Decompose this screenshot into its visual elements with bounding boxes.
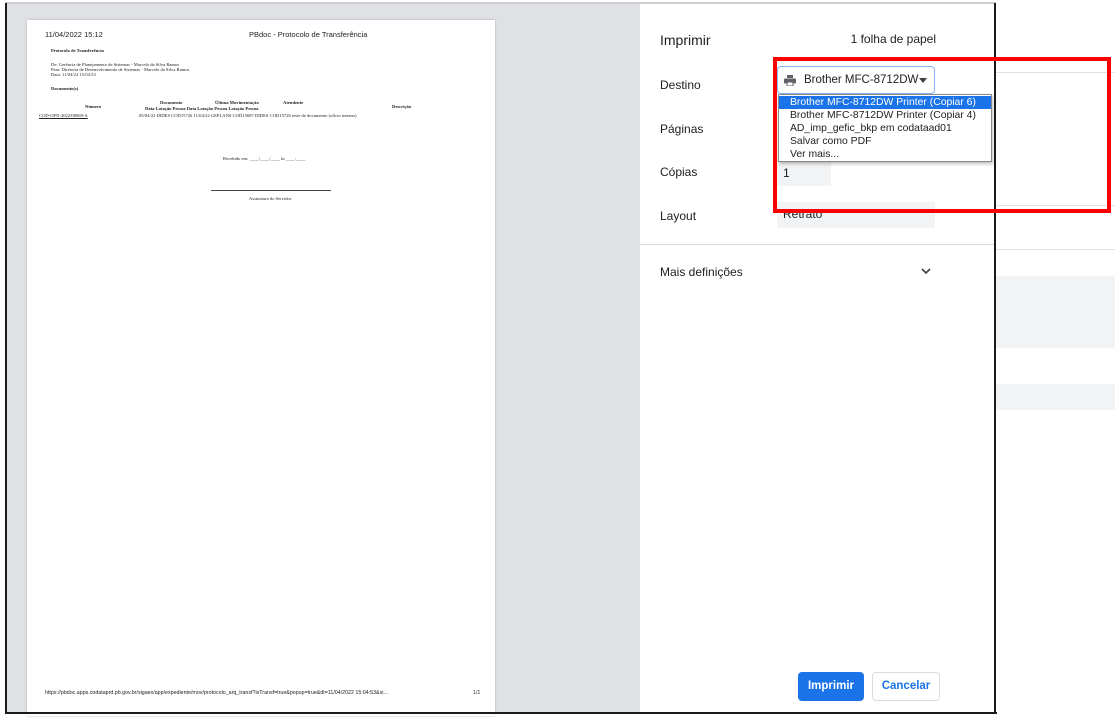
print-button[interactable]: Imprimir — [798, 672, 864, 701]
preview-col-ultima-mov: Última Movimentação — [215, 100, 259, 105]
background-divider — [996, 249, 1115, 250]
preview-row-values: 05/04/22 DIDES COD15726 11/04/22 GEPLANS… — [139, 113, 357, 118]
background-panel-block — [996, 384, 1115, 410]
preview-signature-line — [211, 190, 331, 191]
preview-page-number: 1/1 — [473, 690, 481, 696]
layout-label: Layout — [660, 209, 697, 223]
preview-recebido: Recebido em: ____/____/____ às ____:____ — [223, 156, 306, 161]
preview-footer-url: https://pbdoc.apps.codataprd.pb.gov.br/s… — [45, 690, 388, 696]
preview-section-title: Protocolo de Transferência — [51, 48, 104, 53]
highlight-annotation-box — [773, 57, 1111, 213]
preview-col-atendente: Atendente — [283, 100, 304, 105]
print-preview-area[interactable]: 11/04/2022 15:12 PBdoc - Protocolo de Tr… — [7, 4, 640, 716]
preview-header-date: 11/04/2022 15:12 — [45, 30, 103, 39]
preview-documentos-label: Documento(s) — [51, 86, 79, 91]
preview-header-title: PBdoc - Protocolo de Transferência — [249, 30, 368, 39]
preview-col-numero: Número — [85, 104, 101, 109]
preview-subcolumns: Data Lotação Pessoa Data Lotação Pessoa … — [145, 106, 259, 111]
pages-label: Páginas — [660, 122, 704, 136]
preview-page: 11/04/2022 15:12 PBdoc - Protocolo de Tr… — [27, 20, 495, 716]
panel-divider — [640, 244, 994, 245]
preview-doc-number-link: COD-OFN-2022/00069-A — [39, 113, 88, 118]
background-panel-block — [996, 276, 1115, 348]
copies-label: Cópias — [660, 165, 698, 179]
preview-col-descricao: Descrição — [392, 104, 412, 109]
destination-label: Destino — [660, 78, 701, 92]
sheet-count: 1 folha de papel — [850, 32, 936, 46]
more-settings-toggle[interactable]: Mais definições — [660, 265, 743, 279]
print-dialog-screenshot: 11/04/2022 15:12 PBdoc - Protocolo de Tr… — [0, 0, 1115, 720]
window-border-bottom — [5, 712, 997, 714]
panel-title: Imprimir — [660, 32, 711, 48]
preview-col-documento: Documento — [160, 100, 183, 105]
preview-data-line: Data: 11/04/22 15:04:53 — [51, 72, 96, 77]
cancel-button[interactable]: Cancelar — [872, 672, 940, 701]
chevron-down-icon[interactable] — [920, 267, 932, 275]
preview-assinatura: Assinatura do Servidor — [249, 196, 292, 201]
